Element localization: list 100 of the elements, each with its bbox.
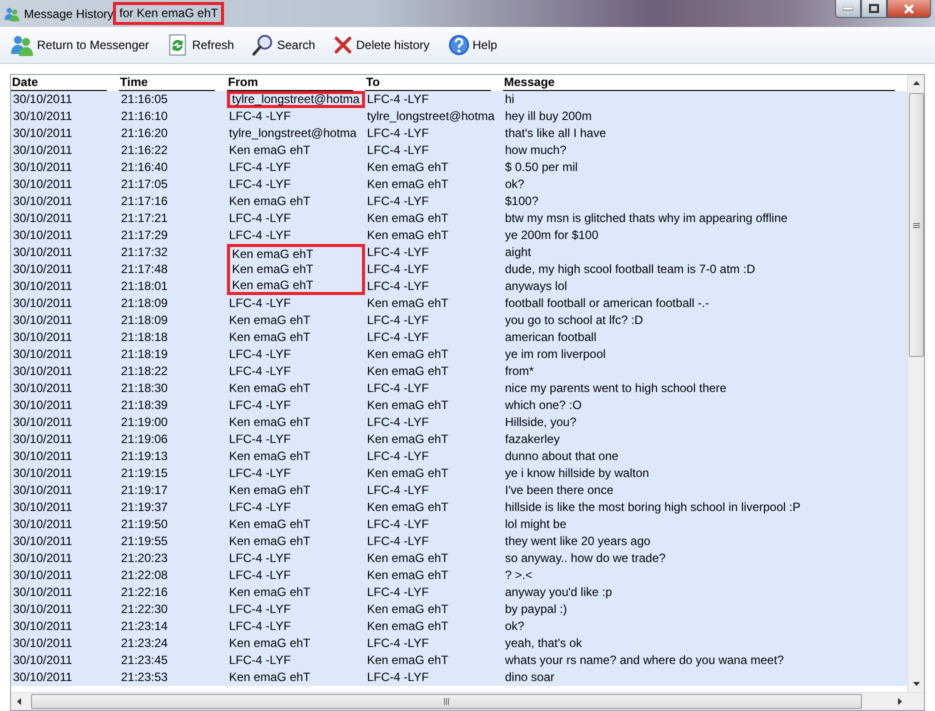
table-cell: LFC-4 -LYF [365, 329, 503, 346]
table-cell: Ken emaG ehT [227, 142, 365, 159]
table-cell: LFC-4 -LYF [227, 618, 365, 635]
table-cell: 21:16:20 [119, 125, 227, 142]
table-cell: LFC-4 -LYF [227, 465, 365, 482]
table-cell: LFC-4 -LYF [227, 210, 365, 227]
table-cell: Ken emaG ehT [365, 567, 503, 584]
table-cell: Ken emaG ehT [227, 669, 365, 686]
table-cell: 21:19:06 [119, 431, 227, 448]
table-cell: LFC-4 -LYF [227, 550, 365, 567]
table-cell: LFC-4 -LYF [365, 533, 503, 550]
table-cell: $100? [503, 193, 907, 210]
table-cell: 30/10/2011 [11, 108, 119, 125]
left-arrow-icon[interactable] [17, 698, 21, 705]
table-cell: Ken emaG ehT [365, 499, 503, 516]
table-cell: whats your rs name? and where do you wana meet? [503, 652, 907, 669]
table-cell: Ken emaG ehT [365, 159, 503, 176]
table-cell: 30/10/2011 [11, 312, 119, 329]
table-cell: 21:17:29 [119, 227, 227, 244]
toolbar-button[interactable]: Search [250, 32, 318, 58]
table-cell: 21:17:21 [119, 210, 227, 227]
table-cell: tylre_longstreet@hotma [227, 125, 365, 142]
minimize-icon [843, 6, 853, 10]
table-cell: 21:17:05 [119, 176, 227, 193]
table-cell: LFC-4 -LYF [365, 482, 503, 499]
table-cell: 21:20:23 [119, 550, 227, 567]
table-cell: 30/10/2011 [11, 465, 119, 482]
table-cell: 30/10/2011 [11, 397, 119, 414]
table-cell: 30/10/2011 [11, 176, 119, 193]
table-cell: fazakerley [503, 431, 907, 448]
table-cell: LFC-4 -LYF [365, 142, 503, 159]
table-cell: they went like 20 years ago [503, 533, 907, 550]
scroll-thumb[interactable] [908, 93, 924, 357]
table-cell: Ken emaG ehT [365, 550, 503, 567]
table-cell: LFC-4 -LYF [365, 516, 503, 533]
table-cell: 30/10/2011 [11, 431, 119, 448]
table-cell: LFC-4 -LYF [365, 584, 503, 601]
table-cell: 21:23:53 [119, 669, 227, 686]
table-cell: 21:19:17 [119, 482, 227, 499]
table-cell: hillside is like the most boring high school in liverpool :P [503, 499, 907, 516]
table-cell: 21:17:48 [119, 261, 227, 278]
table-cell: 21:19:00 [119, 414, 227, 431]
table-cell: 21:18:09 [119, 295, 227, 312]
table-cell: 21:19:55 [119, 533, 227, 550]
table-cell: ye 200m for $100 [503, 227, 907, 244]
table-cell: 30/10/2011 [11, 363, 119, 380]
table-cell: Ken emaG ehT [365, 397, 503, 414]
table-cell: ok? [503, 618, 907, 635]
table-cell: ok? [503, 176, 907, 193]
table-cell: Ken emaG ehT [365, 363, 503, 380]
table-cell: 30/10/2011 [11, 210, 119, 227]
table-cell: Ken emaG ehT [365, 346, 503, 363]
up-arrow-icon[interactable] [912, 81, 920, 85]
table-cell: 30/10/2011 [11, 227, 119, 244]
table-cell: from* [503, 363, 907, 380]
table-cell: 30/10/2011 [11, 244, 119, 261]
table-cell: LFC-4 -LYF [227, 227, 365, 244]
table-cell: 21:16:05 [119, 91, 227, 108]
horizontal-scrollbar[interactable] [11, 692, 924, 710]
scroll-thumb[interactable] [31, 694, 862, 709]
table-cell: 30/10/2011 [11, 533, 119, 550]
table-cell: Ken emaG ehT [227, 533, 365, 550]
table-cell: LFC-4 -LYF [365, 414, 503, 431]
minimize-button[interactable] [835, 0, 861, 18]
table-cell: Ken emaG ehT [227, 329, 365, 346]
table-cell: aight [503, 244, 907, 261]
close-button[interactable] [887, 0, 931, 18]
table-cell: Ken emaG ehT [365, 431, 503, 448]
table-cell: 21:22:30 [119, 601, 227, 618]
vertical-scrollbar[interactable] [907, 75, 924, 692]
table-cell: Ken emaG ehT [365, 601, 503, 618]
table-cell: 30/10/2011 [11, 380, 119, 397]
table-cell: LFC-4 -LYF [227, 397, 365, 414]
table-cell: football football or american football -.- [503, 295, 907, 312]
right-arrow-icon[interactable] [898, 698, 902, 705]
table-cell: LFC-4 -LYF [365, 125, 503, 142]
maximize-button[interactable] [861, 0, 887, 18]
table-cell: Ken emaG ehT [227, 516, 365, 533]
toolbar-button[interactable]: Help [446, 32, 500, 58]
table-cell: nice my parents went to high school there [503, 380, 907, 397]
table-cell: 30/10/2011 [11, 516, 119, 533]
down-arrow-icon[interactable] [912, 682, 920, 686]
people-icon [10, 33, 34, 57]
table-cell: LFC-4 -LYF [365, 261, 503, 278]
table-cell: tylre_longstreet@hotma [365, 108, 503, 125]
table-cell: 21:23:14 [119, 618, 227, 635]
table-cell: LFC-4 -LYF [365, 193, 503, 210]
table-cell: 30/10/2011 [11, 295, 119, 312]
toolbar-button[interactable]: Refresh [165, 32, 236, 58]
table-cell: 21:22:16 [119, 584, 227, 601]
table-cell: 21:19:15 [119, 465, 227, 482]
table-cell: Ken emaG ehT [365, 618, 503, 635]
table-cell: I've been there once [503, 482, 907, 499]
table-cell: 21:18:09 [119, 312, 227, 329]
table-cell: 30/10/2011 [11, 482, 119, 499]
toolbar-button[interactable]: Return to Messenger [8, 31, 152, 59]
toolbar-button[interactable]: Delete history [331, 33, 432, 57]
table-cell: LFC-4 -LYF [227, 363, 365, 380]
table-cell: dunno about that one [503, 448, 907, 465]
table-cell: Ken emaG ehT [365, 295, 503, 312]
